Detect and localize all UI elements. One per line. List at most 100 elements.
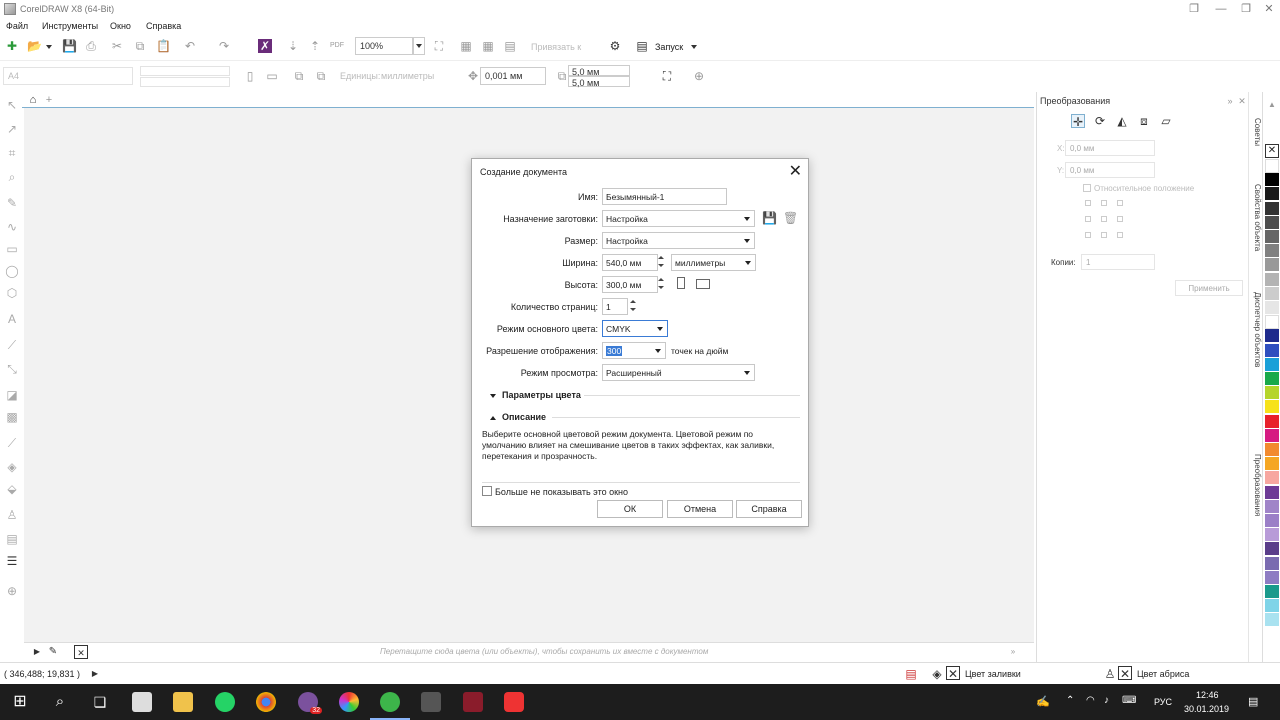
- height-spinner[interactable]: [656, 276, 666, 293]
- windows-start-icon[interactable]: ⊞: [10, 692, 30, 712]
- menu-help[interactable]: Справка: [146, 21, 181, 31]
- page-width-field[interactable]: [140, 66, 230, 76]
- color-params-section[interactable]: Параметры цвета: [490, 390, 581, 400]
- polygon-tool-icon[interactable]: ⬡: [5, 286, 19, 300]
- print-icon[interactable]: ⎙: [84, 39, 98, 53]
- ellipse-tool-icon[interactable]: ◯: [5, 264, 19, 278]
- units-select[interactable]: миллиметры: [671, 254, 756, 271]
- color-swatch[interactable]: [1265, 457, 1279, 472]
- eyedropper-icon[interactable]: ⟋: [5, 436, 19, 450]
- guidelines-icon[interactable]: ▤: [503, 39, 517, 53]
- tab-hints[interactable]: Советы: [1250, 118, 1262, 146]
- tab-object-properties[interactable]: Свойства объекта: [1250, 184, 1262, 251]
- mirror-transform-icon[interactable]: ◭: [1115, 114, 1129, 128]
- size-select[interactable]: Настройка: [602, 232, 755, 249]
- ok-button[interactable]: ОК: [597, 500, 663, 518]
- save-icon[interactable]: 💾: [62, 39, 77, 53]
- duplicate-y-field[interactable]: 5,0 мм: [568, 76, 630, 88]
- page-height-field[interactable]: [140, 77, 230, 87]
- redo-icon[interactable]: ↷: [217, 39, 231, 53]
- snap-to-dropdown[interactable]: Привязать к: [531, 42, 581, 52]
- description-section[interactable]: Описание: [490, 412, 546, 422]
- copies-field[interactable]: 1: [1081, 254, 1155, 270]
- outline-pen-icon[interactable]: ♙: [5, 508, 19, 522]
- color-swatch[interactable]: [1265, 443, 1279, 457]
- save-preset-icon[interactable]: 💾: [762, 211, 777, 225]
- color-swatch[interactable]: [1265, 343, 1279, 358]
- color-swatch[interactable]: [1265, 357, 1279, 372]
- color-swatch[interactable]: [1265, 585, 1279, 599]
- cancel-button[interactable]: Отмена: [667, 500, 733, 518]
- color-swatch[interactable]: [1265, 187, 1279, 202]
- menu-tools[interactable]: Инструменты: [42, 21, 98, 31]
- color-swatch[interactable]: [1265, 528, 1279, 543]
- welcome-home-icon[interactable]: ⌂: [26, 93, 40, 107]
- color-swatch[interactable]: [1265, 499, 1279, 514]
- status-arrow-icon[interactable]: ▶: [88, 667, 102, 681]
- palette-arrow-icon[interactable]: ▶: [30, 645, 44, 659]
- crop-tool-icon[interactable]: ⌗: [5, 146, 19, 160]
- color-swatch[interactable]: [1265, 201, 1279, 216]
- volume-icon[interactable]: ♪: [1104, 695, 1109, 706]
- view-mode-select[interactable]: Расширенный: [602, 364, 755, 381]
- nudge-distance-field[interactable]: 0,001 мм: [480, 67, 546, 85]
- clock-date[interactable]: 30.01.2019: [1184, 704, 1229, 714]
- current-page-icon[interactable]: ⧉: [314, 69, 328, 83]
- maximize-button[interactable]: ❐: [1237, 2, 1255, 16]
- dont-show-checkbox[interactable]: [482, 486, 492, 496]
- color-swatch[interactable]: [1265, 542, 1279, 557]
- zoom-level-field[interactable]: 100%: [355, 37, 413, 55]
- wifi-icon[interactable]: ◠: [1086, 695, 1095, 706]
- no-color-icon[interactable]: ✕: [74, 645, 88, 659]
- artistic-media-icon[interactable]: ∿: [5, 220, 19, 234]
- color-swatch[interactable]: [1265, 215, 1279, 230]
- open-icon[interactable]: 📂: [27, 39, 42, 53]
- size-transform-icon[interactable]: ⧈: [1137, 114, 1151, 128]
- zoom-dropdown[interactable]: [413, 37, 425, 55]
- page-size-select[interactable]: А4: [3, 67, 133, 85]
- full-screen-icon[interactable]: ⛶: [432, 39, 446, 53]
- skew-transform-icon[interactable]: ▱: [1159, 114, 1173, 128]
- keyboard-icon[interactable]: ⌨: [1122, 695, 1136, 706]
- import-icon[interactable]: ⇣: [286, 39, 300, 53]
- pages-input[interactable]: 1: [602, 298, 628, 315]
- color-swatch[interactable]: [1265, 244, 1279, 259]
- pattern-icon[interactable]: ▤: [5, 532, 19, 546]
- pick-tool-icon[interactable]: ↖: [5, 98, 19, 112]
- menu-file[interactable]: Файл: [6, 21, 28, 31]
- calculator-icon[interactable]: [132, 692, 152, 712]
- palette-scroll-right-icon[interactable]: »: [1006, 645, 1020, 659]
- color-swatch[interactable]: [1265, 414, 1279, 429]
- media-app-icon[interactable]: [504, 692, 524, 712]
- export-icon[interactable]: ⇡: [308, 39, 322, 53]
- grid-icon[interactable]: ▦: [481, 39, 495, 53]
- color-swatch[interactable]: [1265, 372, 1279, 386]
- color-swatch[interactable]: [1265, 613, 1279, 628]
- restore-doc-icon[interactable]: ❐: [1185, 2, 1203, 16]
- color-mode-select[interactable]: CMYK: [602, 320, 668, 337]
- portrait-icon[interactable]: ▯: [243, 69, 257, 83]
- portrait-orientation-icon[interactable]: [677, 277, 685, 289]
- units-select[interactable]: миллиметры: [381, 71, 434, 81]
- color-swatch[interactable]: [1265, 514, 1279, 528]
- eyedropper-small-icon[interactable]: ✎: [46, 645, 60, 659]
- viber-icon[interactable]: 32: [298, 692, 322, 714]
- new-document-icon[interactable]: ✚: [5, 39, 19, 53]
- coreldraw-icon[interactable]: [370, 692, 410, 720]
- quick-customize-icon[interactable]: ☰: [5, 554, 19, 568]
- color-swatch[interactable]: [1265, 329, 1279, 344]
- palette-scroll-up-icon[interactable]: ▲: [1265, 98, 1279, 112]
- undo-icon[interactable]: ↶: [183, 39, 197, 53]
- docker-close-icon[interactable]: ✕: [1235, 94, 1249, 108]
- duplicate-x-field[interactable]: 5,0 мм: [568, 65, 630, 77]
- all-pages-icon[interactable]: ⧉: [292, 69, 306, 83]
- parallel-dimension-icon[interactable]: ⟋: [5, 338, 19, 352]
- anchor-grid[interactable]: [1085, 200, 1125, 238]
- relative-position-checkbox[interactable]: [1083, 184, 1091, 192]
- chrome-icon[interactable]: [256, 692, 276, 712]
- preset-select[interactable]: Настройка: [602, 210, 755, 227]
- launch-app-icon[interactable]: ▤: [635, 39, 649, 53]
- corel-connect-icon[interactable]: [463, 692, 483, 712]
- landscape-icon[interactable]: ▭: [265, 69, 279, 83]
- width-input[interactable]: 540,0 мм: [602, 254, 658, 271]
